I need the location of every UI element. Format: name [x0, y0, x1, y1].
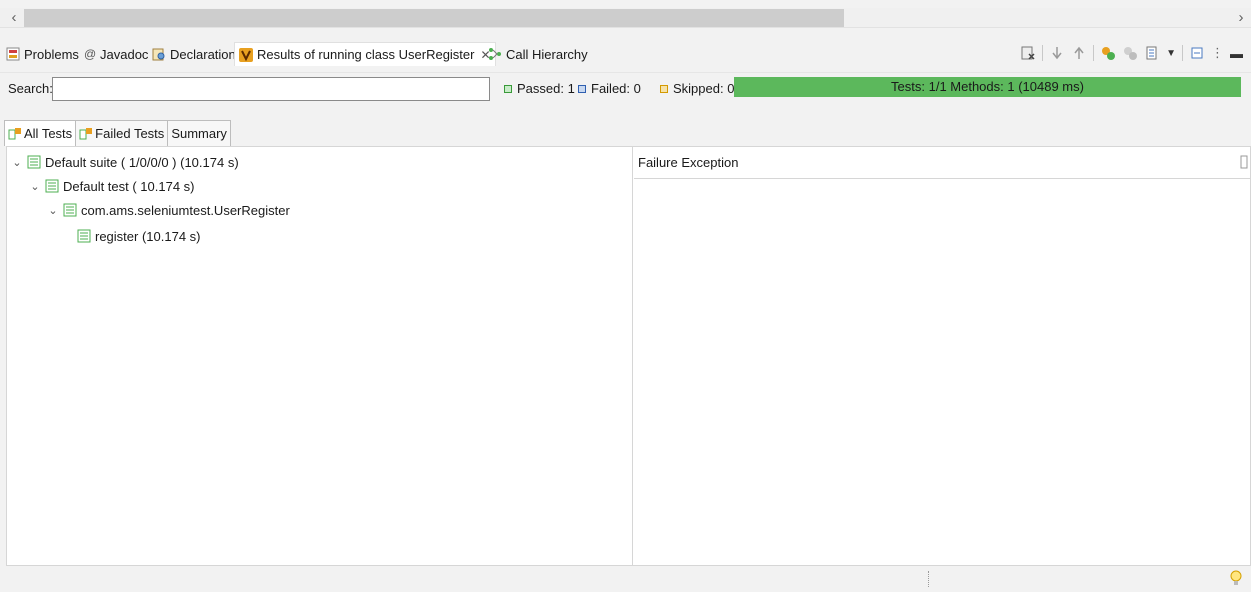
- skipped-icon: [660, 84, 668, 93]
- tab-results[interactable]: Results of running class UserRegister ✕: [234, 42, 496, 66]
- skipped-label: Skipped: 0: [673, 81, 735, 96]
- rerun-failed-icon[interactable]: [1122, 45, 1138, 61]
- tab-problems[interactable]: Problems: [6, 44, 79, 64]
- call-hierarchy-icon: [489, 48, 501, 60]
- rerun-icon[interactable]: [1100, 45, 1116, 61]
- search-row: Search: Passed: 1 Failed: 0 Skipped: 0 T…: [0, 72, 1251, 104]
- previous-failure-icon[interactable]: [1071, 45, 1087, 61]
- skipped-counter: Skipped: 0: [660, 81, 734, 96]
- tab-summary-label: Summary: [171, 126, 227, 141]
- tab-javadoc-label: Javadoc: [100, 46, 149, 62]
- failure-header: Failure Exception: [634, 147, 1250, 179]
- tab-failed-tests[interactable]: Failed Tests: [75, 120, 169, 146]
- failed-label: Failed: 0: [591, 81, 641, 96]
- passed-label: Passed: 1: [517, 81, 575, 96]
- declaration-icon: [152, 48, 165, 61]
- minimize-view-icon[interactable]: ▬: [1230, 46, 1243, 61]
- tab-call-hierarchy[interactable]: Call Hierarchy: [488, 44, 588, 64]
- tab-all-tests-label: All Tests: [24, 126, 73, 141]
- lightbulb-icon[interactable]: [1229, 570, 1243, 588]
- chevron-down-icon[interactable]: ⌄: [47, 204, 59, 217]
- chevron-down-icon[interactable]: ⌄: [11, 156, 23, 169]
- testng-icon: [239, 47, 253, 62]
- copy-icon[interactable]: [1240, 155, 1248, 169]
- failure-title: Failure Exception: [638, 155, 739, 170]
- scroll-right-arrow-icon[interactable]: ›: [1233, 9, 1249, 27]
- toolbar-separator: [1042, 45, 1044, 61]
- tab-declaration[interactable]: Declaration: [152, 44, 236, 64]
- tab-javadoc[interactable]: @ Javadoc: [84, 44, 148, 64]
- class-icon: [63, 203, 77, 217]
- status-bar: [0, 566, 1251, 592]
- view-menu-icon[interactable]: ⋮: [1211, 45, 1224, 61]
- tab-failed-tests-label: Failed Tests: [95, 126, 165, 141]
- toolbar-separator: [1182, 45, 1183, 61]
- method-icon: [77, 229, 91, 243]
- tree-item-label: Default test ( 10.174 s): [63, 178, 195, 194]
- tab-results-label: Results of running class UserRegister: [257, 47, 475, 62]
- scrollbar-thumb[interactable]: [24, 9, 844, 27]
- view-toolbar: ▼ ⋮ ▬: [1020, 42, 1243, 64]
- tree-item-method[interactable]: register (10.174 s): [77, 225, 201, 247]
- tab-summary[interactable]: Summary: [167, 120, 231, 146]
- failed-counter: Failed: 0: [578, 81, 641, 96]
- tree-item-label: Default suite ( 1/0/0/0 ) (10.174 s): [45, 154, 239, 170]
- search-input[interactable]: [52, 77, 490, 101]
- tab-problems-label: Problems: [24, 46, 79, 62]
- passed-counter: Passed: 1: [504, 81, 575, 96]
- results-main-area: ⌄ Default suite ( 1/0/0/0 ) (10.174 s) ⌄…: [6, 146, 1251, 566]
- passed-icon: [504, 84, 512, 93]
- toolbar-separator: [1093, 45, 1095, 61]
- tab-declaration-label: Declaration: [170, 46, 236, 62]
- dropdown-icon[interactable]: ▼: [1166, 48, 1176, 59]
- suite-icon: [27, 155, 41, 169]
- status-separator: [928, 571, 930, 587]
- minimize-icon[interactable]: [1189, 45, 1205, 61]
- results-tab-bar: All Tests Failed Tests Summary: [4, 120, 231, 146]
- chevron-down-icon[interactable]: ⌄: [29, 180, 41, 193]
- tree-item-default-suite[interactable]: ⌄ Default suite ( 1/0/0/0 ) (10.174 s): [11, 151, 239, 173]
- test-tree[interactable]: ⌄ Default suite ( 1/0/0/0 ) (10.174 s) ⌄…: [7, 147, 633, 565]
- progress-bar: Tests: 1/1 Methods: 1 (10489 ms): [734, 77, 1241, 97]
- at-sign-icon: @: [84, 47, 97, 61]
- failed-tests-icon: [79, 127, 93, 139]
- failure-exception-panel: Failure Exception: [634, 147, 1250, 565]
- all-tests-icon: [8, 127, 21, 139]
- view-tab-bar: Problems @ Javadoc Declaration Results o…: [0, 38, 1251, 68]
- problems-icon: [6, 47, 20, 61]
- next-failure-icon[interactable]: [1049, 45, 1065, 61]
- tree-item-default-test[interactable]: ⌄ Default test ( 10.174 s): [29, 175, 195, 197]
- history-icon[interactable]: [1144, 45, 1160, 61]
- tab-call-hierarchy-label: Call Hierarchy: [506, 46, 588, 62]
- scroll-left-arrow-icon[interactable]: ‹: [6, 9, 22, 27]
- testng-results-view: ‹ › Problems @ Javadoc Declaration Resul…: [0, 0, 1251, 592]
- tab-all-tests[interactable]: All Tests: [4, 120, 77, 146]
- tree-item-label: com.ams.seleniumtest.UserRegister: [81, 202, 290, 218]
- tree-item-label: register (10.174 s): [95, 228, 201, 244]
- tree-item-class[interactable]: ⌄ com.ams.seleniumtest.UserRegister: [47, 199, 290, 221]
- search-label: Search:: [8, 81, 53, 96]
- clear-results-icon[interactable]: [1020, 45, 1036, 61]
- horizontal-scrollbar[interactable]: ‹ ›: [0, 8, 1251, 28]
- test-icon: [45, 179, 59, 193]
- failed-icon: [578, 84, 586, 93]
